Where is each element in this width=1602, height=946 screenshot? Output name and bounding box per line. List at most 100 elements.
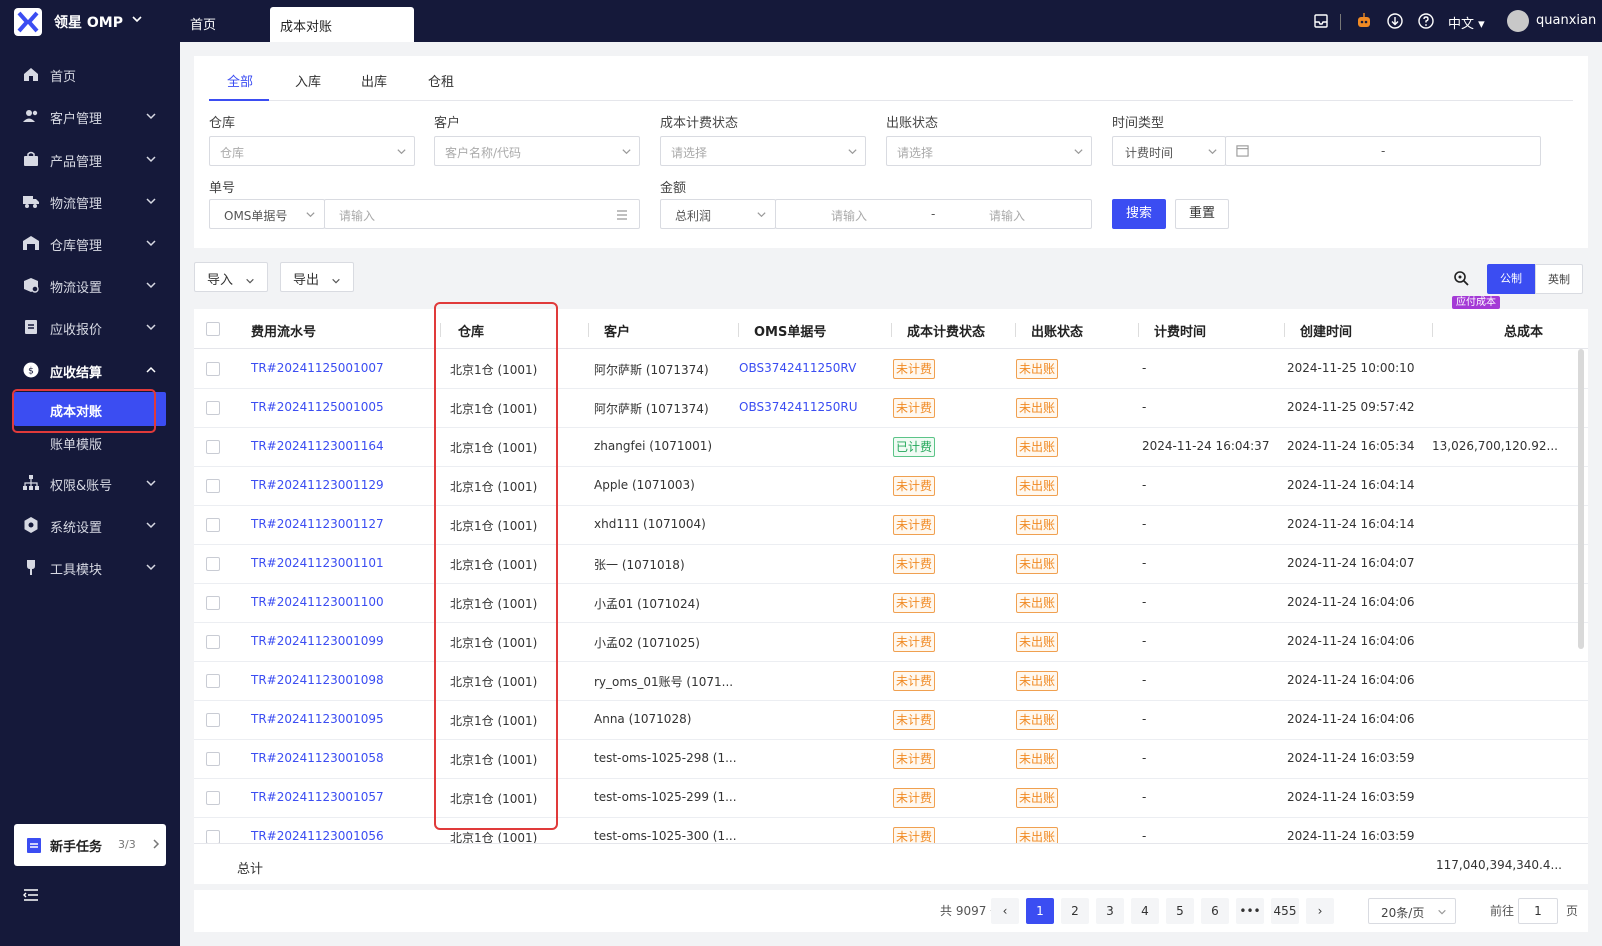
fee-serial-number[interactable]: TR#20241125001005 bbox=[251, 400, 384, 414]
order-no-type-select[interactable]: OMS单据号 bbox=[209, 199, 325, 229]
sidebar-item-settlement[interactable]: $ 应收结算 bbox=[0, 352, 180, 388]
fee-serial-number[interactable]: TR#20241123001099 bbox=[251, 634, 384, 648]
page-button[interactable]: 2 bbox=[1061, 898, 1089, 924]
table-row[interactable]: TR#20241123001056 北京1仓 (1001) test-oms-102… bbox=[194, 817, 1588, 843]
column-header[interactable]: 出账状态 bbox=[1031, 321, 1083, 340]
row-checkbox[interactable] bbox=[206, 479, 220, 493]
fee-serial-number[interactable]: TR#20241123001098 bbox=[251, 673, 384, 687]
column-divider[interactable] bbox=[440, 323, 441, 337]
column-divider[interactable] bbox=[1432, 323, 1433, 337]
row-checkbox[interactable] bbox=[206, 635, 220, 649]
fee-serial-number[interactable]: TR#20241123001127 bbox=[251, 517, 384, 531]
help-icon[interactable] bbox=[1417, 12, 1435, 30]
collapse-sidebar-icon[interactable] bbox=[22, 886, 40, 904]
column-header[interactable]: 费用流水号 bbox=[251, 321, 316, 340]
tab-all[interactable]: 全部 bbox=[227, 71, 253, 90]
unit-imperial-toggle[interactable]: 英制 bbox=[1535, 264, 1583, 294]
oms-number[interactable]: OBS3742411250RV bbox=[739, 361, 856, 375]
sidebar-item-logistics[interactable]: 物流管理 bbox=[0, 183, 180, 219]
fee-serial-number[interactable]: TR#20241123001129 bbox=[251, 478, 384, 492]
date-range-picker[interactable]: - bbox=[1225, 136, 1541, 166]
goto-page-input[interactable]: 1 bbox=[1518, 898, 1558, 924]
inbox-icon[interactable] bbox=[1312, 12, 1330, 30]
fee-serial-number[interactable]: TR#20241125001007 bbox=[251, 361, 384, 375]
sidebar-item-tools[interactable]: 工具模块 bbox=[0, 549, 180, 585]
table-row[interactable]: TR#20241123001129 北京1仓 (1001) Apple (10710… bbox=[194, 466, 1588, 506]
sidebar-item-permissions[interactable]: 权限&账号 bbox=[0, 465, 180, 501]
page-size-select[interactable]: 20条/页 bbox=[1368, 898, 1456, 924]
sidebar-item-home[interactable]: 首页 bbox=[0, 56, 180, 92]
column-divider[interactable] bbox=[738, 323, 739, 337]
row-checkbox[interactable] bbox=[206, 518, 220, 532]
page-button[interactable]: 5 bbox=[1166, 898, 1194, 924]
fee-serial-number[interactable]: TR#20241123001058 bbox=[251, 751, 384, 765]
table-row[interactable]: TR#20241123001058 北京1仓 (1001) test-oms-102… bbox=[194, 739, 1588, 779]
row-checkbox[interactable] bbox=[206, 752, 220, 766]
list-icon[interactable] bbox=[615, 208, 629, 222]
time-type-select[interactable]: 计费时间 bbox=[1112, 136, 1226, 166]
unit-metric-toggle[interactable]: 公制 bbox=[1487, 264, 1535, 294]
sidebar-item-warehouse[interactable]: 仓库管理 bbox=[0, 225, 180, 261]
row-checkbox[interactable] bbox=[206, 362, 220, 376]
column-header[interactable]: 成本计费状态 bbox=[907, 321, 985, 340]
tab-inbound[interactable]: 入库 bbox=[295, 71, 321, 90]
column-header[interactable]: 仓库 bbox=[458, 321, 484, 340]
row-checkbox[interactable] bbox=[206, 674, 220, 688]
export-button[interactable]: 导出 bbox=[280, 262, 355, 292]
row-checkbox[interactable] bbox=[206, 713, 220, 727]
table-row[interactable]: TR#20241123001095 北京1仓 (1001) Anna (107102… bbox=[194, 700, 1588, 740]
table-row[interactable]: TR#20241123001099 北京1仓 (1001) 小孟02 (107102… bbox=[194, 622, 1588, 662]
amount-type-select[interactable]: 总利润 bbox=[660, 199, 776, 229]
download-icon[interactable] bbox=[1386, 12, 1404, 30]
tab-outbound[interactable]: 出库 bbox=[361, 71, 387, 90]
amount-range-input[interactable]: 请输入 - 请输入 bbox=[775, 199, 1092, 229]
column-header[interactable]: OMS单据号 bbox=[754, 321, 826, 340]
warehouse-select[interactable]: 仓库 bbox=[209, 136, 415, 166]
row-checkbox[interactable] bbox=[206, 557, 220, 571]
table-row[interactable]: TR#20241125001007 北京1仓 (1001) 阿尔萨斯 (107137… bbox=[194, 349, 1588, 389]
sidebar-item-logistics-settings[interactable]: 物流设置 bbox=[0, 267, 180, 303]
table-row[interactable]: TR#20241125001005 北京1仓 (1001) 阿尔萨斯 (107137… bbox=[194, 388, 1588, 428]
table-row[interactable]: TR#20241123001101 北京1仓 (1001) 张一 (1071018)… bbox=[194, 544, 1588, 584]
select-all-checkbox[interactable] bbox=[206, 322, 220, 336]
row-checkbox[interactable] bbox=[206, 830, 220, 843]
row-checkbox[interactable] bbox=[206, 440, 220, 454]
sidebar-item-quotation[interactable]: 应收报价 bbox=[0, 309, 180, 345]
column-divider[interactable] bbox=[1015, 323, 1016, 337]
table-row[interactable]: TR#20241123001127 北京1仓 (1001) xhd111 (1071… bbox=[194, 505, 1588, 545]
page-ellipsis[interactable]: ••• bbox=[1236, 898, 1264, 924]
row-checkbox[interactable] bbox=[206, 596, 220, 610]
column-divider[interactable] bbox=[1138, 323, 1139, 337]
language-select[interactable]: 中文 ▾ bbox=[1448, 13, 1485, 32]
sidebar-item-system-settings[interactable]: 系统设置 bbox=[0, 507, 180, 543]
column-header[interactable]: 计费时间 bbox=[1154, 321, 1206, 340]
fee-serial-number[interactable]: TR#20241123001100 bbox=[251, 595, 384, 609]
table-row[interactable]: TR#20241123001164 北京1仓 (1001) zhangfei (10… bbox=[194, 427, 1588, 467]
column-divider[interactable] bbox=[1284, 323, 1285, 337]
sidebar-sub-item-bill-template[interactable]: 账单模版 bbox=[14, 425, 166, 459]
reset-button[interactable]: 重置 bbox=[1175, 199, 1229, 229]
page-button[interactable]: 4 bbox=[1131, 898, 1159, 924]
column-divider[interactable] bbox=[891, 323, 892, 337]
oms-number[interactable]: OBS3742411250RU bbox=[739, 400, 858, 414]
tab-home[interactable]: 首页 bbox=[190, 14, 216, 33]
zoom-icon[interactable] bbox=[1453, 270, 1469, 286]
chevron-down-icon[interactable] bbox=[130, 12, 144, 26]
page-button[interactable]: 3 bbox=[1096, 898, 1124, 924]
table-row[interactable]: TR#20241123001057 北京1仓 (1001) test-oms-102… bbox=[194, 778, 1588, 818]
row-checkbox[interactable] bbox=[206, 401, 220, 415]
cost-status-select[interactable]: 请选择 bbox=[660, 136, 866, 166]
fee-serial-number[interactable]: TR#20241123001164 bbox=[251, 439, 384, 453]
table-row[interactable]: TR#20241123001100 北京1仓 (1001) 小孟01 (107102… bbox=[194, 583, 1588, 623]
customer-select[interactable]: 客户名称/代码 bbox=[434, 136, 640, 166]
page-button[interactable]: 455 bbox=[1271, 898, 1299, 924]
tab-storage[interactable]: 仓租 bbox=[428, 71, 454, 90]
bill-status-select[interactable]: 请选择 bbox=[886, 136, 1092, 166]
sidebar-item-customer[interactable]: 客户管理 bbox=[0, 98, 180, 134]
column-divider[interactable] bbox=[588, 323, 589, 337]
column-header[interactable]: 总成本 bbox=[1504, 321, 1543, 340]
order-no-input[interactable]: 请输入 bbox=[324, 199, 640, 229]
page-button[interactable]: 6 bbox=[1201, 898, 1229, 924]
sidebar-item-product[interactable]: 产品管理 bbox=[0, 141, 180, 177]
vertical-scrollbar[interactable] bbox=[1578, 349, 1584, 649]
